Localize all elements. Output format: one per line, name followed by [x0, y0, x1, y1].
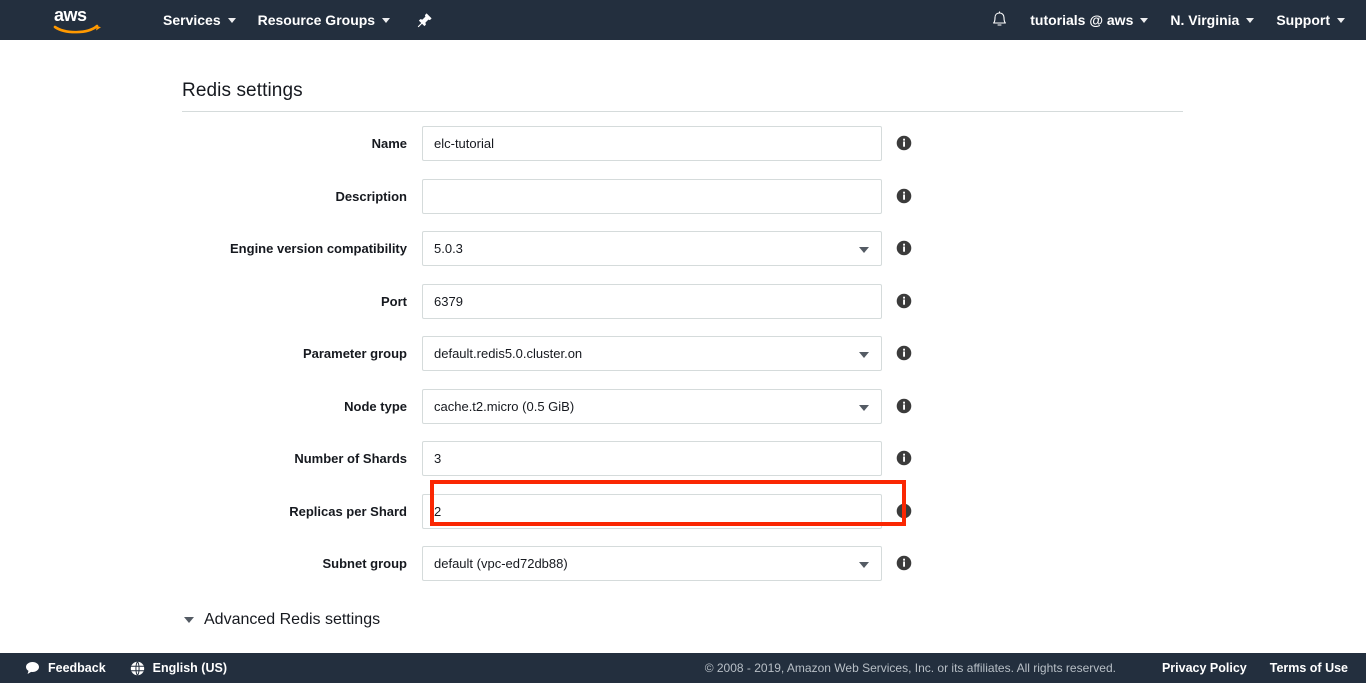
port-input[interactable] — [422, 284, 882, 319]
label-subnet-group: Subnet group — [0, 546, 422, 581]
parameter-group-select[interactable]: default.redis5.0.cluster.on — [422, 336, 882, 371]
field-parameter-group: default.redis5.0.cluster.on — [422, 336, 882, 371]
nav-primary-items: Services Resource Groups — [152, 0, 442, 40]
info-icon[interactable] — [896, 188, 912, 204]
label-parameter-group: Parameter group — [0, 336, 422, 371]
nav-item-services[interactable]: Services — [152, 0, 247, 40]
title-divider — [182, 111, 1183, 112]
globe-icon — [130, 661, 145, 676]
chevron-down-icon — [1337, 18, 1345, 23]
footer-privacy-policy-link[interactable]: Privacy Policy — [1162, 661, 1247, 675]
info-icon[interactable] — [896, 240, 912, 256]
form-row-port: Port — [0, 284, 1366, 337]
subnet-group-value: default (vpc-ed72db88) — [434, 556, 568, 571]
footer-copyright: © 2008 - 2019, Amazon Web Services, Inc.… — [705, 661, 1116, 675]
footer-terms-of-use-link[interactable]: Terms of Use — [1270, 661, 1348, 675]
subnet-group-select[interactable]: default (vpc-ed72db88) — [422, 546, 882, 581]
field-number-of-shards — [422, 441, 882, 476]
field-engine-version: 5.0.3 — [422, 231, 882, 266]
info-icon[interactable] — [896, 398, 912, 414]
advanced-redis-settings-label: Advanced Redis settings — [204, 611, 380, 629]
node-type-value: cache.t2.micro (0.5 GiB) — [434, 399, 574, 414]
page-title: Redis settings — [182, 80, 303, 102]
main-content: Redis settings Name Description — [0, 40, 1366, 643]
notification-bell-icon — [991, 11, 1008, 30]
replicas-per-shard-input[interactable] — [422, 494, 882, 529]
field-port — [422, 284, 882, 319]
nav-item-region[interactable]: N. Virginia — [1159, 0, 1265, 40]
field-name — [422, 126, 882, 161]
footer-language-link[interactable]: English (US) — [153, 661, 227, 675]
info-icon[interactable] — [896, 555, 912, 571]
field-replicas-per-shard — [422, 494, 882, 529]
label-description: Description — [0, 179, 422, 214]
chevron-down-icon — [382, 18, 390, 23]
field-node-type: cache.t2.micro (0.5 GiB) — [422, 389, 882, 424]
node-type-select[interactable]: cache.t2.micro (0.5 GiB) — [422, 389, 882, 424]
pushpin-icon — [417, 12, 433, 28]
label-replicas-per-shard: Replicas per Shard — [0, 494, 422, 529]
info-icon[interactable] — [896, 135, 912, 151]
footer-right-links: © 2008 - 2019, Amazon Web Services, Inc.… — [705, 661, 1366, 675]
form-row-parameter-group: Parameter group default.redis5.0.cluster… — [0, 336, 1366, 389]
info-icon[interactable] — [896, 293, 912, 309]
footer-feedback-link[interactable]: Feedback — [48, 661, 106, 675]
description-input[interactable] — [422, 179, 882, 214]
name-input[interactable] — [422, 126, 882, 161]
label-number-of-shards: Number of Shards — [0, 441, 422, 476]
chevron-down-icon — [184, 617, 194, 623]
chevron-down-icon — [1140, 18, 1148, 23]
nav-item-support-label: Support — [1276, 12, 1330, 28]
label-node-type: Node type — [0, 389, 422, 424]
label-engine-version: Engine version compatibility — [0, 231, 422, 266]
chevron-down-icon — [1246, 18, 1254, 23]
chevron-down-icon — [228, 18, 236, 23]
number-of-shards-input[interactable] — [422, 441, 882, 476]
footer-bar: Feedback English (US) © 2008 - 2019, Ama… — [0, 653, 1366, 683]
nav-item-region-label: N. Virginia — [1170, 12, 1239, 28]
engine-version-value: 5.0.3 — [434, 241, 463, 256]
chevron-down-icon — [859, 562, 869, 568]
form-row-name: Name — [0, 126, 1366, 179]
engine-version-select[interactable]: 5.0.3 — [422, 231, 882, 266]
pin-shortcut-button[interactable] — [408, 0, 442, 40]
chevron-down-icon — [859, 352, 869, 358]
label-name: Name — [0, 126, 422, 161]
info-icon[interactable] — [896, 345, 912, 361]
nav-item-account-label: tutorials @ aws — [1030, 12, 1133, 28]
info-icon[interactable] — [896, 450, 912, 466]
svg-text:aws: aws — [54, 5, 87, 25]
form-row-engine-version: Engine version compatibility 5.0.3 — [0, 231, 1366, 284]
field-description — [422, 179, 882, 214]
form-row-replicas-per-shard: Replicas per Shard — [0, 494, 1366, 547]
field-subnet-group: default (vpc-ed72db88) — [422, 546, 882, 581]
notifications-button[interactable] — [979, 0, 1019, 40]
footer-left-links: Feedback English (US) — [25, 661, 227, 676]
form-row-number-of-shards: Number of Shards — [0, 441, 1366, 494]
advanced-redis-settings-toggle[interactable]: Advanced Redis settings — [184, 611, 380, 629]
aws-logo-icon: aws — [52, 4, 112, 36]
top-navigation-bar: aws Services Resource Groups — [0, 0, 1366, 40]
aws-logo[interactable]: aws — [52, 4, 112, 36]
nav-item-services-label: Services — [163, 12, 221, 28]
nav-secondary-items: tutorials @ aws N. Virginia Support — [979, 0, 1366, 40]
form-row-node-type: Node type cache.t2.micro (0.5 GiB) — [0, 389, 1366, 442]
chevron-down-icon — [859, 247, 869, 253]
nav-item-account[interactable]: tutorials @ aws — [1019, 0, 1159, 40]
nav-item-resource-groups-label: Resource Groups — [258, 12, 375, 28]
label-port: Port — [0, 284, 422, 319]
info-icon[interactable] — [896, 503, 912, 519]
form-row-subnet-group: Subnet group default (vpc-ed72db88) — [0, 546, 1366, 599]
parameter-group-value: default.redis5.0.cluster.on — [434, 346, 582, 361]
redis-settings-form: Name Description — [0, 126, 1366, 599]
form-row-description: Description — [0, 179, 1366, 232]
speech-bubble-icon — [25, 661, 40, 675]
nav-item-support[interactable]: Support — [1265, 0, 1356, 40]
chevron-down-icon — [859, 405, 869, 411]
nav-item-resource-groups[interactable]: Resource Groups — [247, 0, 401, 40]
